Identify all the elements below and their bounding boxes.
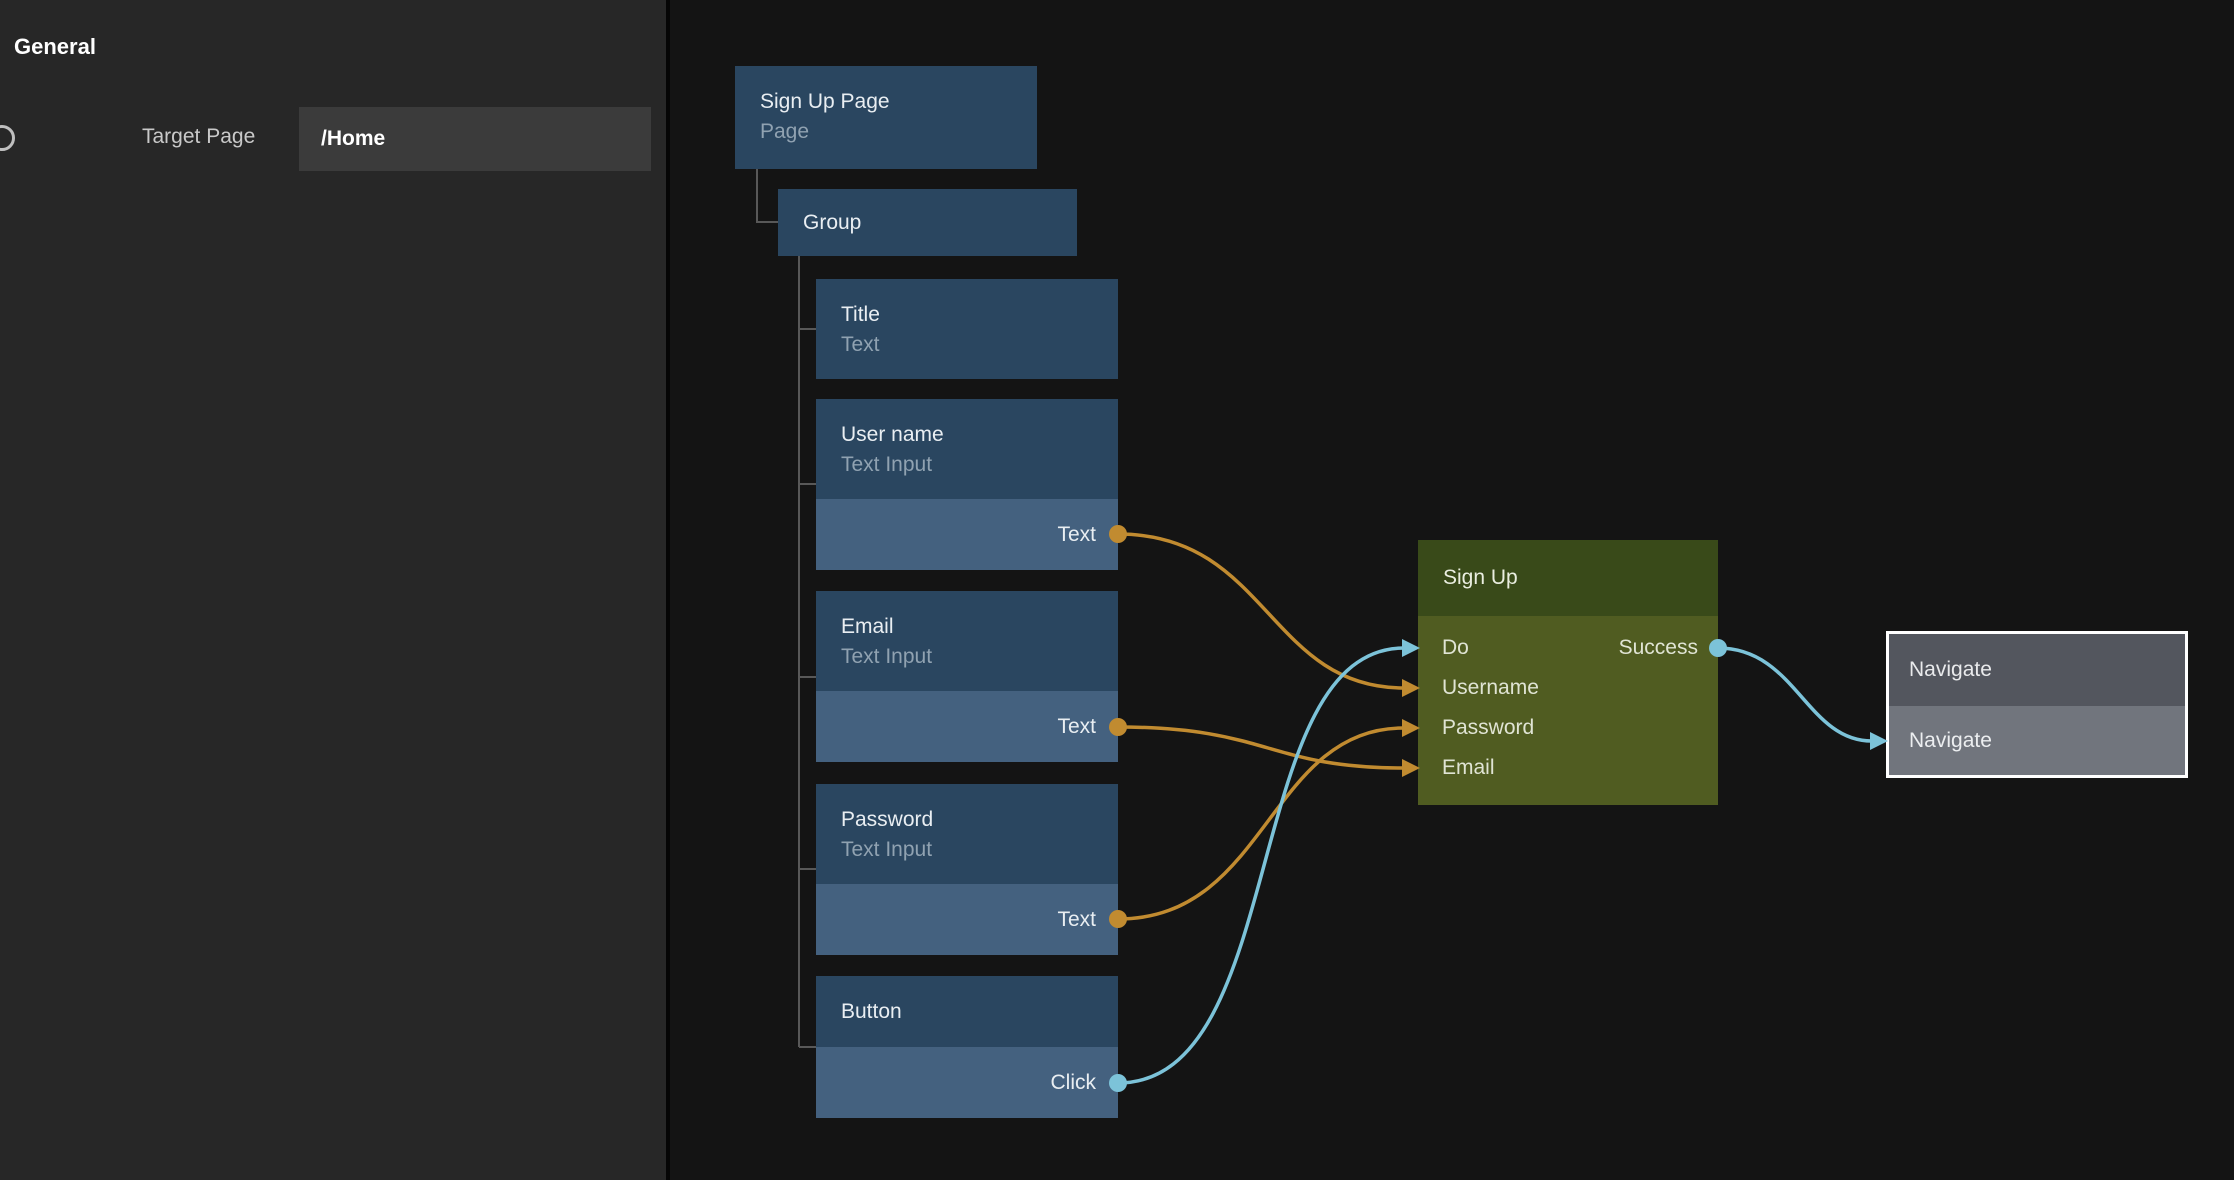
app-window: General Target Page Sign Up Page Page Gr… bbox=[0, 0, 2234, 1180]
node-password[interactable]: Password Text Input Text bbox=[816, 784, 1118, 955]
inspector-panel: General Target Page bbox=[0, 0, 670, 1180]
input-port-password[interactable]: Password bbox=[1442, 716, 1534, 740]
tree-connector-line bbox=[799, 1046, 816, 1048]
node-title: Navigate bbox=[1909, 658, 1992, 682]
output-port-label: Text bbox=[1057, 908, 1096, 932]
input-port-username[interactable]: Username bbox=[1442, 676, 1539, 700]
output-row-text[interactable]: Text bbox=[816, 884, 1118, 955]
node-title-text[interactable]: Title Text bbox=[816, 279, 1118, 379]
output-row-text[interactable]: Text bbox=[816, 499, 1118, 570]
node-title: Password bbox=[816, 805, 1118, 835]
node-title: Sign Up bbox=[1418, 563, 1518, 593]
node-subtitle: Text Input bbox=[816, 835, 1118, 865]
node-subtitle: Text Input bbox=[816, 450, 1118, 480]
tree-connector-line bbox=[799, 328, 816, 330]
node-group[interactable]: Group bbox=[778, 189, 1077, 256]
tree-connector-line bbox=[799, 676, 816, 678]
node-email[interactable]: Email Text Input Text bbox=[816, 591, 1118, 762]
target-page-label: Target Page bbox=[142, 125, 255, 149]
tree-connector-line bbox=[798, 256, 800, 1047]
row-username: Username bbox=[1442, 668, 1698, 708]
tree-connector-line bbox=[756, 169, 758, 223]
node-title: Email bbox=[816, 612, 1118, 642]
input-row-navigate[interactable]: Navigate bbox=[1889, 706, 2185, 775]
node-title: Title bbox=[816, 300, 1118, 330]
tree-connector-line bbox=[799, 483, 816, 485]
row-email: Email bbox=[1442, 748, 1698, 788]
target-page-input[interactable] bbox=[299, 107, 651, 171]
node-title: Button bbox=[816, 1000, 902, 1024]
node-title: User name bbox=[816, 420, 1118, 450]
output-port-success[interactable]: Success bbox=[1619, 636, 1698, 660]
node-title: Sign Up Page bbox=[735, 87, 1037, 117]
output-port-label: Click bbox=[1051, 1071, 1097, 1095]
output-port-label: Text bbox=[1057, 715, 1096, 739]
tree-connector-line bbox=[799, 868, 816, 870]
input-port-label: Navigate bbox=[1909, 729, 1992, 753]
tree-connector-line bbox=[756, 221, 778, 223]
input-port-do[interactable]: Do bbox=[1442, 636, 1469, 660]
node-button[interactable]: Button Click bbox=[816, 976, 1118, 1118]
node-subtitle: Text Input bbox=[816, 642, 1118, 672]
node-subtitle: Page bbox=[735, 117, 1037, 147]
row-password: Password bbox=[1442, 708, 1698, 748]
output-port-label: Text bbox=[1057, 523, 1096, 547]
node-title: Group bbox=[778, 211, 861, 235]
node-subtitle: Text bbox=[816, 330, 1118, 360]
row-do-success: Do Success bbox=[1442, 628, 1698, 668]
node-sign-up-action[interactable]: Sign Up Do Success Username Password Ema… bbox=[1418, 540, 1718, 805]
section-title: General bbox=[14, 34, 96, 60]
output-row-click[interactable]: Click bbox=[816, 1047, 1118, 1118]
input-port-email[interactable]: Email bbox=[1442, 756, 1495, 780]
collapse-circle-icon[interactable] bbox=[0, 125, 15, 151]
output-row-text[interactable]: Text bbox=[816, 691, 1118, 762]
node-user-name[interactable]: User name Text Input Text bbox=[816, 399, 1118, 570]
node-navigate[interactable]: Navigate Navigate bbox=[1886, 631, 2188, 778]
node-sign-up-page[interactable]: Sign Up Page Page bbox=[735, 66, 1037, 169]
node-title-bar: Navigate bbox=[1889, 634, 2185, 706]
